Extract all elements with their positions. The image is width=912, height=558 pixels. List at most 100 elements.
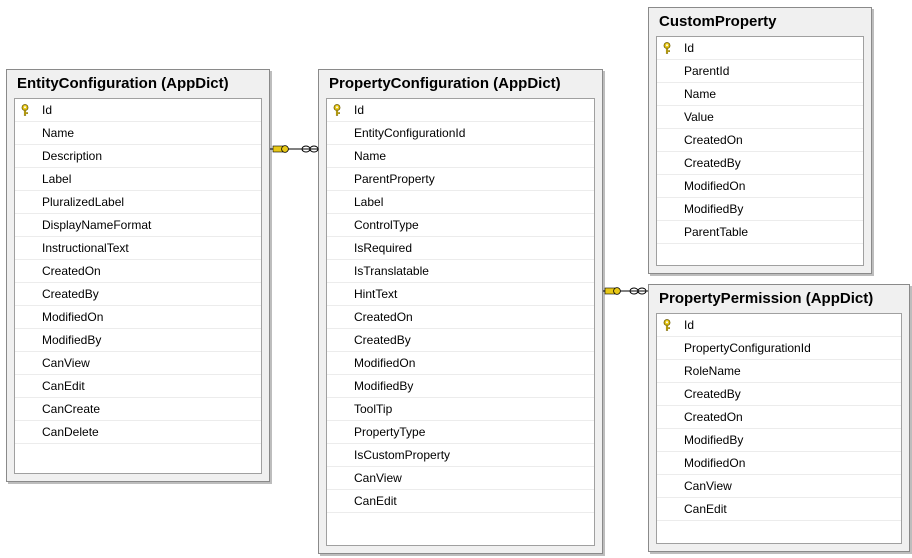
column-name: DisplayNameFormat <box>42 218 152 232</box>
key-icon <box>15 99 35 121</box>
key-icon <box>281 145 289 153</box>
column-name: Id <box>684 318 695 332</box>
relationship-property-configuration-to-permission[interactable] <box>603 287 648 295</box>
column-row[interactable]: CreatedOn <box>657 129 863 152</box>
column-grid: Id PropertyConfigurationId RoleName Created… <box>656 313 902 544</box>
column-row[interactable]: Label <box>15 168 261 191</box>
key-icon <box>604 287 616 295</box>
column-row[interactable]: ModifiedOn <box>657 452 901 475</box>
column-name: CreatedOn <box>684 133 743 147</box>
column-row[interactable]: PluralizedLabel <box>15 191 261 214</box>
column-row[interactable]: Name <box>15 122 261 145</box>
column-grid: Id Name Description Label PluralizedLabel Dis… <box>14 98 262 474</box>
column-row[interactable]: CreatedOn <box>657 406 901 429</box>
column-row[interactable]: ModifiedBy <box>657 429 901 452</box>
column-name: Label <box>42 172 72 186</box>
column-row[interactable]: ParentId <box>657 60 863 83</box>
column-row[interactable]: Name <box>327 145 594 168</box>
column-row[interactable]: CanView <box>327 467 594 490</box>
column-name: CanEdit <box>42 379 85 393</box>
column-row[interactable]: PropertyConfigurationId <box>657 337 901 360</box>
column-name: ModifiedBy <box>684 202 744 216</box>
column-row[interactable]: EntityConfigurationId <box>327 122 594 145</box>
column-row[interactable]: ModifiedOn <box>327 352 594 375</box>
column-row[interactable]: CreatedBy <box>327 329 594 352</box>
column-name: ToolTip <box>354 402 393 416</box>
column-name: Id <box>684 41 695 55</box>
key-icon <box>613 287 621 295</box>
column-row[interactable]: PropertyType <box>327 421 594 444</box>
column-row[interactable]: CreatedBy <box>657 152 863 175</box>
column-name: CanView <box>42 356 90 370</box>
column-name: CanCreate <box>42 402 101 416</box>
column-name: ModifiedBy <box>684 433 744 447</box>
column-row[interactable]: CreatedOn <box>15 260 261 283</box>
column-row[interactable]: Id <box>657 314 901 337</box>
column-row[interactable]: Name <box>657 83 863 106</box>
column-name: IsTranslatable <box>354 264 429 278</box>
column-row[interactable]: ModifiedBy <box>657 198 863 221</box>
table-property-permission[interactable]: PropertyPermission (AppDict) Id PropertyC… <box>648 284 910 552</box>
column-row[interactable]: RoleName <box>657 360 901 383</box>
key-icon <box>657 37 677 59</box>
column-row[interactable]: IsCustomProperty <box>327 444 594 467</box>
column-row[interactable]: ControlType <box>327 214 594 237</box>
relationship-entity-to-property-configuration[interactable] <box>270 145 319 153</box>
column-row[interactable]: Value <box>657 106 863 129</box>
column-name: RoleName <box>684 364 741 378</box>
infinity-icon <box>301 145 319 153</box>
column-name: InstructionalText <box>42 241 129 255</box>
column-row[interactable]: ParentTable <box>657 221 863 244</box>
column-name: ModifiedOn <box>684 456 746 470</box>
column-row[interactable]: CanCreate <box>15 398 261 421</box>
column-row[interactable]: ModifiedOn <box>15 306 261 329</box>
column-row[interactable]: Id <box>327 99 594 122</box>
column-row[interactable]: InstructionalText <box>15 237 261 260</box>
column-row[interactable]: Id <box>657 37 863 60</box>
column-row[interactable]: Id <box>15 99 261 122</box>
column-row[interactable]: ModifiedOn <box>657 175 863 198</box>
column-row[interactable]: HintText <box>327 283 594 306</box>
column-name: Id <box>354 103 365 117</box>
table-entity-configuration[interactable]: EntityConfiguration (AppDict) Id Name Desc… <box>6 69 270 482</box>
column-name: IsRequired <box>354 241 413 255</box>
column-name: PropertyType <box>354 425 426 439</box>
column-name: Description <box>42 149 103 163</box>
column-row[interactable]: Description <box>15 145 261 168</box>
column-row[interactable]: IsRequired <box>327 237 594 260</box>
key-icon <box>272 145 284 153</box>
column-name: CanDelete <box>42 425 99 439</box>
column-row[interactable]: IsTranslatable <box>327 260 594 283</box>
column-name: ModifiedBy <box>354 379 414 393</box>
column-name: Id <box>42 103 53 117</box>
column-row[interactable]: CanEdit <box>15 375 261 398</box>
table-property-configuration[interactable]: PropertyConfiguration (AppDict) Id Entity… <box>318 69 603 554</box>
column-name: Label <box>354 195 384 209</box>
table-title: CustomProperty <box>659 13 777 30</box>
column-row[interactable]: Label <box>327 191 594 214</box>
column-name: HintText <box>354 287 398 301</box>
column-row[interactable]: ToolTip <box>327 398 594 421</box>
column-row[interactable]: DisplayNameFormat <box>15 214 261 237</box>
column-row[interactable]: CreatedOn <box>327 306 594 329</box>
column-name: CanEdit <box>354 494 397 508</box>
column-name: EntityConfigurationId <box>354 126 466 140</box>
column-name: ParentId <box>684 64 730 78</box>
column-row[interactable]: CanEdit <box>327 490 594 513</box>
table-title: EntityConfiguration (AppDict) <box>17 75 229 92</box>
column-name: ParentTable <box>684 225 749 239</box>
column-row[interactable]: CanView <box>657 475 901 498</box>
column-row[interactable]: ModifiedBy <box>327 375 594 398</box>
column-row[interactable]: ModifiedBy <box>15 329 261 352</box>
column-name: CreatedOn <box>42 264 101 278</box>
column-row[interactable]: CreatedBy <box>15 283 261 306</box>
table-custom-property[interactable]: CustomProperty Id ParentId Name Value Create… <box>648 7 872 274</box>
column-name: CreatedOn <box>684 410 743 424</box>
column-name: CreatedBy <box>684 156 741 170</box>
column-row[interactable]: ParentProperty <box>327 168 594 191</box>
column-row[interactable]: CreatedBy <box>657 383 901 406</box>
column-row[interactable]: CanView <box>15 352 261 375</box>
column-row[interactable]: CanDelete <box>15 421 261 444</box>
table-title: PropertyConfiguration (AppDict) <box>329 75 561 92</box>
column-row[interactable]: CanEdit <box>657 498 901 521</box>
